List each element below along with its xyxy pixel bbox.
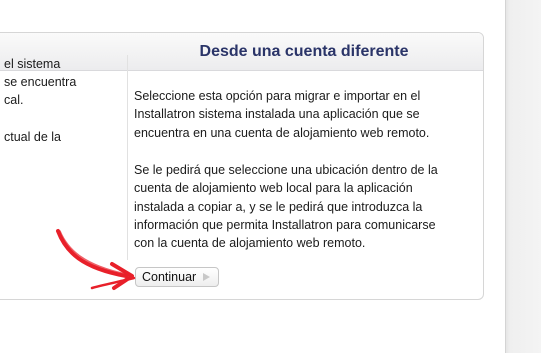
paragraph-line: cuenta de alojamiento web local para la … (134, 181, 413, 196)
left-text-line: el sistema (4, 57, 61, 71)
paragraph-line: instalada a copiar a, y se le pedirá que… (134, 199, 423, 214)
continue-button[interactable]: Continuar (135, 267, 219, 287)
left-text-line: ctual de la (4, 130, 61, 144)
panel-header: Desde una cuenta diferente (0, 33, 483, 71)
paragraph-line: Se le pedirá que seleccione una ubicació… (134, 163, 438, 177)
left-text-line: se encuentra (4, 75, 77, 89)
page-edge (505, 0, 541, 353)
panel-title: Desde una cuenta diferente (199, 43, 409, 60)
paragraph-line: Seleccione esta opción para migrar e imp… (134, 89, 421, 103)
play-icon (203, 273, 210, 281)
red-arrow-icon (56, 229, 136, 290)
paragraph-line: Installatron sistema instalada una aplic… (134, 107, 420, 122)
description-paragraph-1: Seleccione esta opción para migrar e imp… (134, 87, 429, 142)
paragraph-line: información que permita Installatron par… (134, 217, 436, 232)
description-paragraph-2: Se le pedirá que seleccione una ubicació… (134, 161, 438, 252)
paragraph-line: con la cuenta de alojamiento web remoto. (134, 236, 366, 251)
continue-button-label: Continuar (142, 270, 197, 284)
left-text-line: cal. (4, 93, 24, 107)
paragraph-line: encuentra en una cuenta de alojamiento w… (134, 125, 430, 140)
